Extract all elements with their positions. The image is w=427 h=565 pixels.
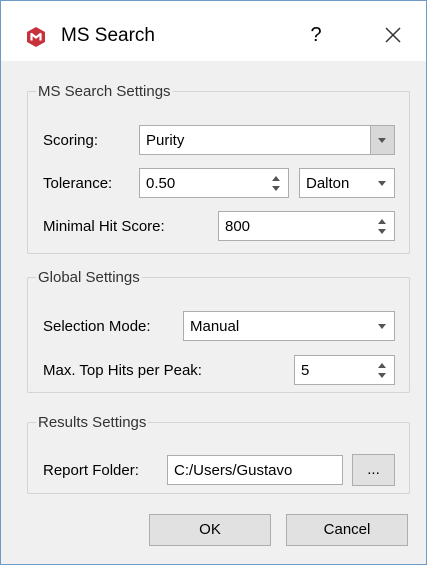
scoring-value: Purity [146,132,185,149]
max-top-hits-spinbox[interactable]: 5 [294,355,395,385]
report-folder-label: Report Folder: [43,462,139,479]
help-button[interactable]: ? [299,17,333,53]
minimal-hit-score-spinbox[interactable]: 800 [218,211,395,241]
max-top-hits-value: 5 [301,362,310,379]
spin-down-icon[interactable] [378,229,386,234]
spin-down-icon[interactable] [272,186,280,191]
spin-up-icon[interactable] [378,219,386,224]
tolerance-label: Tolerance: [43,175,113,192]
scoring-label: Scoring: [43,132,99,149]
selection-mode-value: Manual [190,318,240,335]
ok-button[interactable]: OK [149,514,271,546]
spin-up-icon[interactable] [378,363,386,368]
app-logo-icon [27,27,45,47]
close-button[interactable] [373,17,413,53]
global-settings-legend: Global Settings [38,269,140,286]
title-bar[interactable]: MS Search ? [1,1,426,61]
results-settings-legend: Results Settings [38,414,147,431]
browse-button[interactable]: ... [352,454,395,486]
spin-up-icon[interactable] [272,176,280,181]
chevron-down-icon [378,181,386,186]
scoring-select[interactable]: Purity [139,125,395,155]
minimal-hit-score-label: Minimal Hit Score: [43,218,165,235]
chevron-down-icon [378,138,386,143]
tolerance-unit-select[interactable]: Dalton [299,168,395,198]
report-folder-value: C:/Users/Gustavo [174,462,293,479]
minimal-hit-score-value: 800 [225,218,251,235]
report-folder-input[interactable]: C:/Users/Gustavo [167,455,343,485]
ms-search-settings-legend: MS Search Settings [38,83,171,100]
ms-search-dialog: MS Search ? MS Search Settings Scoring: … [0,0,427,565]
tolerance-spinbox[interactable]: 0.50 [139,168,289,198]
tolerance-unit-value: Dalton [306,175,350,192]
max-top-hits-label: Max. Top Hits per Peak: [43,362,202,379]
spin-down-icon[interactable] [378,373,386,378]
chevron-down-icon [378,324,386,329]
window-title: MS Search [61,25,155,46]
cancel-button[interactable]: Cancel [286,514,408,546]
close-icon [385,27,401,43]
tolerance-value: 0.50 [146,175,176,192]
selection-mode-label: Selection Mode: [43,318,151,335]
selection-mode-select[interactable]: Manual [183,311,395,341]
